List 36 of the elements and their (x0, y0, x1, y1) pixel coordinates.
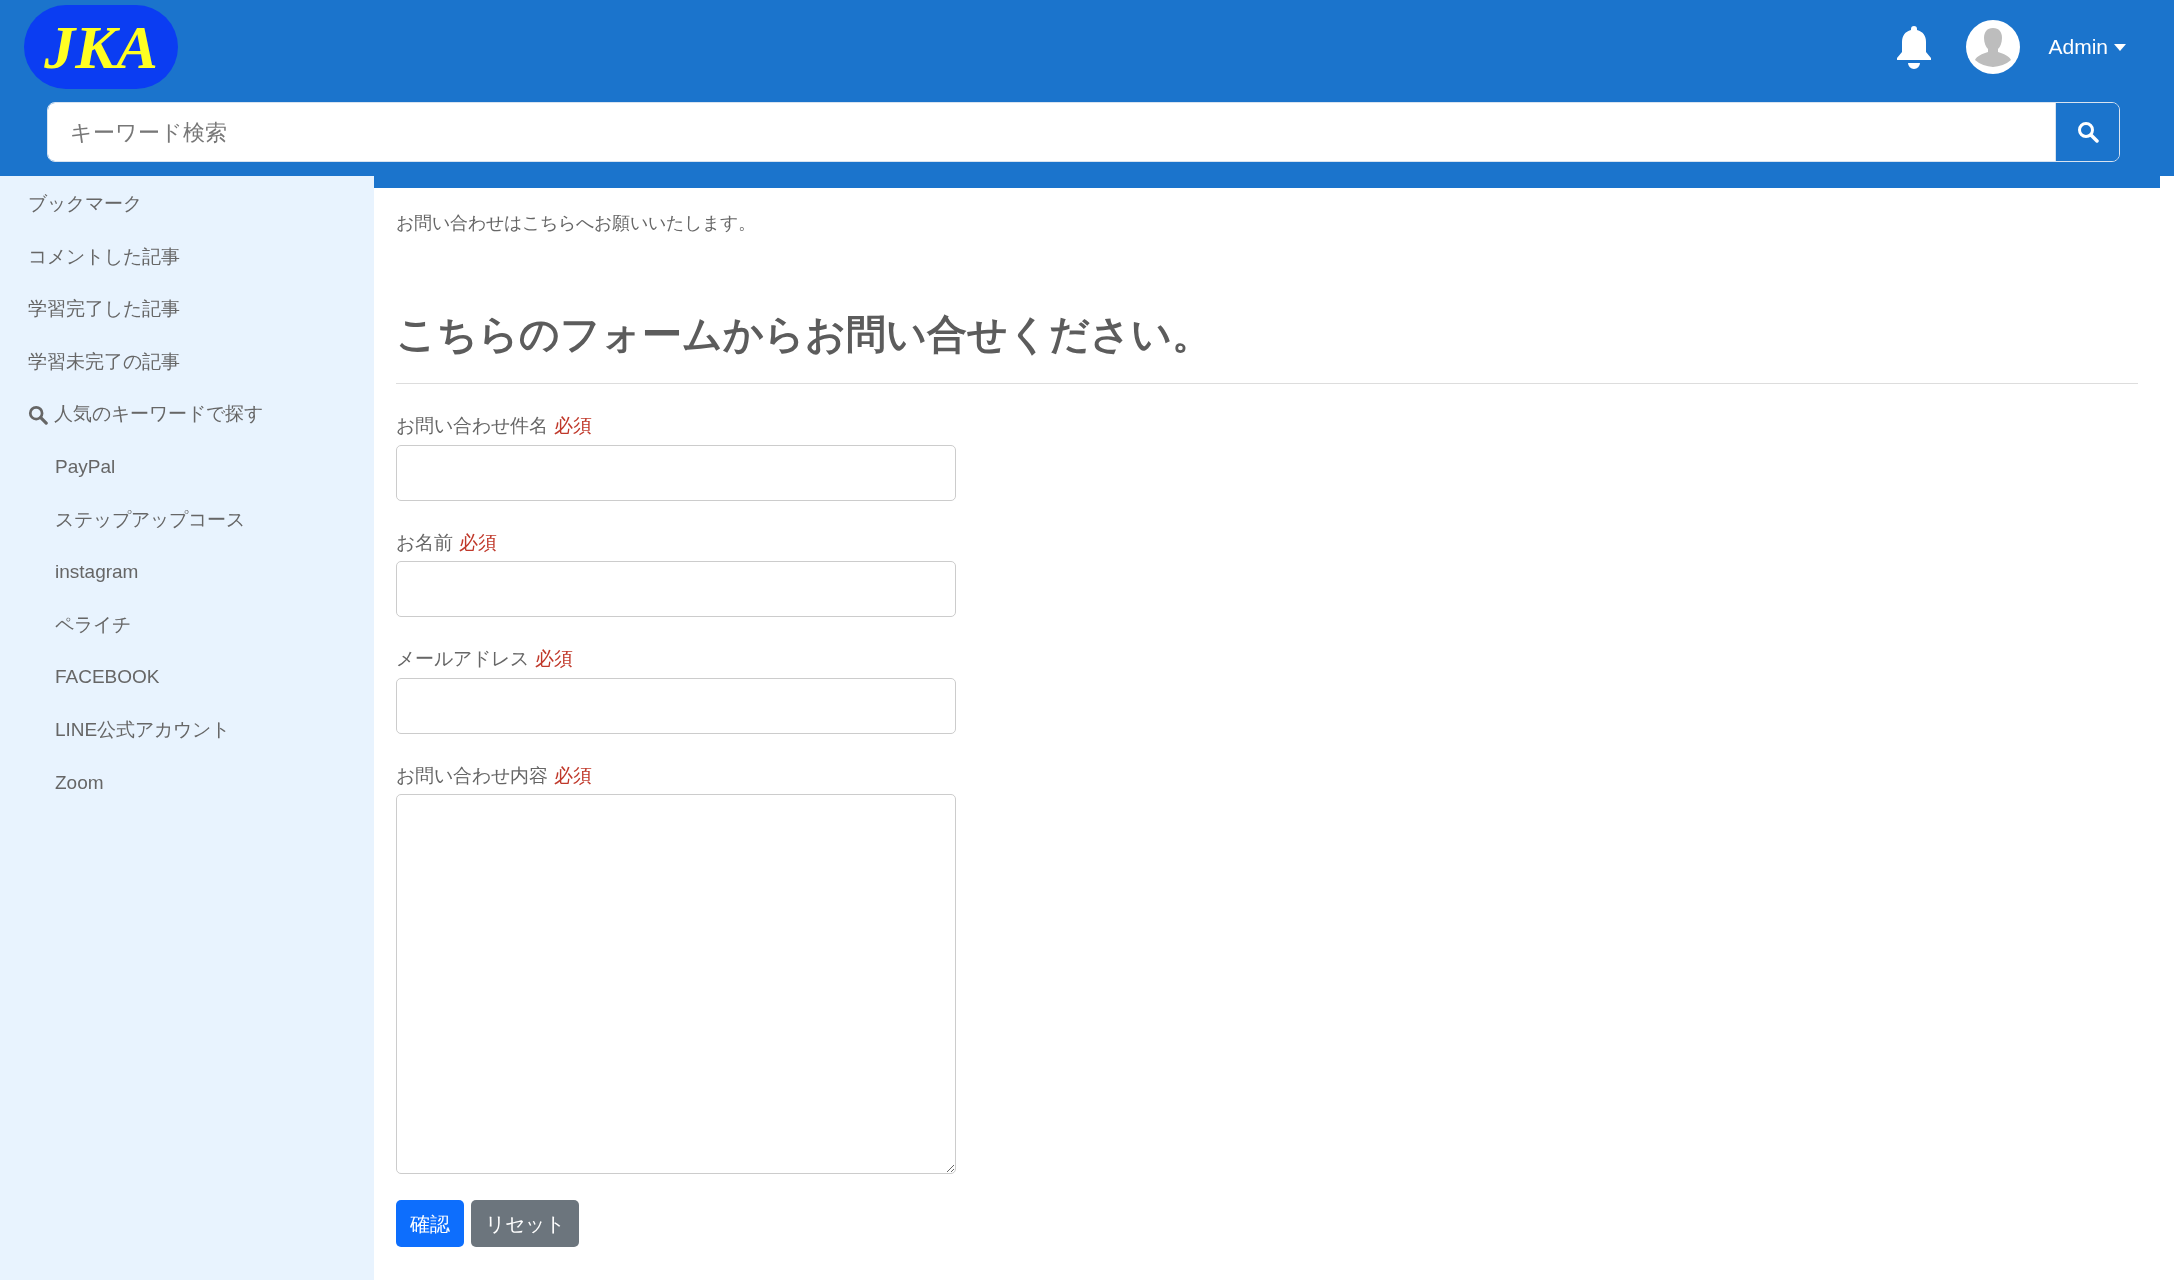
input-field[interactable] (396, 561, 956, 617)
intro-text: お問い合わせはこちらへお願いいたします。 (396, 212, 757, 235)
required-text: 必須 (554, 414, 592, 438)
input-field[interactable] (396, 677, 956, 734)
user-menu-button[interactable]: Admin (2048, 31, 2126, 63)
sidebar-section-title: 人気のキーワードで探す (54, 402, 263, 427)
keyword-link[interactable]: instagram (28, 546, 374, 599)
input-field[interactable] (396, 444, 956, 501)
required-text: 必須 (459, 530, 497, 555)
required-text: 必須 (554, 763, 592, 788)
sidebar-link[interactable]: 学習未完了の記事 (28, 335, 374, 389)
keyword-link[interactable]: PayPal (28, 440, 374, 494)
reset-button[interactable]: リセット (471, 1200, 579, 1247)
search-icon (2076, 121, 2099, 143)
search-field[interactable]: キーワード検索 (47, 102, 2120, 162)
keyword-link[interactable]: ペライチ (28, 598, 374, 652)
keyword-link[interactable]: ステップアップコース (28, 493, 374, 547)
sidebar-link[interactable]: 学習完了した記事 (28, 283, 374, 336)
required-text: 必須 (535, 647, 573, 671)
keyword-link[interactable]: Zoom (28, 756, 374, 810)
field-label: お問い合わせ件名 (396, 414, 548, 438)
keyword-link[interactable]: FACEBOOK (28, 651, 374, 704)
keyword-link[interactable]: LINE公式アカウント (28, 703, 374, 757)
search-button[interactable] (2055, 103, 2119, 161)
search-icon (28, 404, 48, 425)
field-label: メールアドレス (396, 647, 529, 671)
page-heading: こちらのフォームからお問い合せください。 (396, 311, 1213, 358)
sidebar-link[interactable]: コメントした記事 (28, 230, 374, 284)
textarea-field[interactable] (396, 794, 956, 1174)
logo[interactable]: JKA (24, 5, 178, 89)
caret-icon (2114, 43, 2126, 51)
avatar-icon[interactable] (1966, 20, 2021, 74)
sidebar-link[interactable]: ブックマーク (28, 178, 374, 231)
field-label: お問い合わせ内容 (396, 763, 548, 788)
field-label: お名前 (396, 530, 453, 555)
confirm-button[interactable]: 確認 (396, 1200, 464, 1247)
